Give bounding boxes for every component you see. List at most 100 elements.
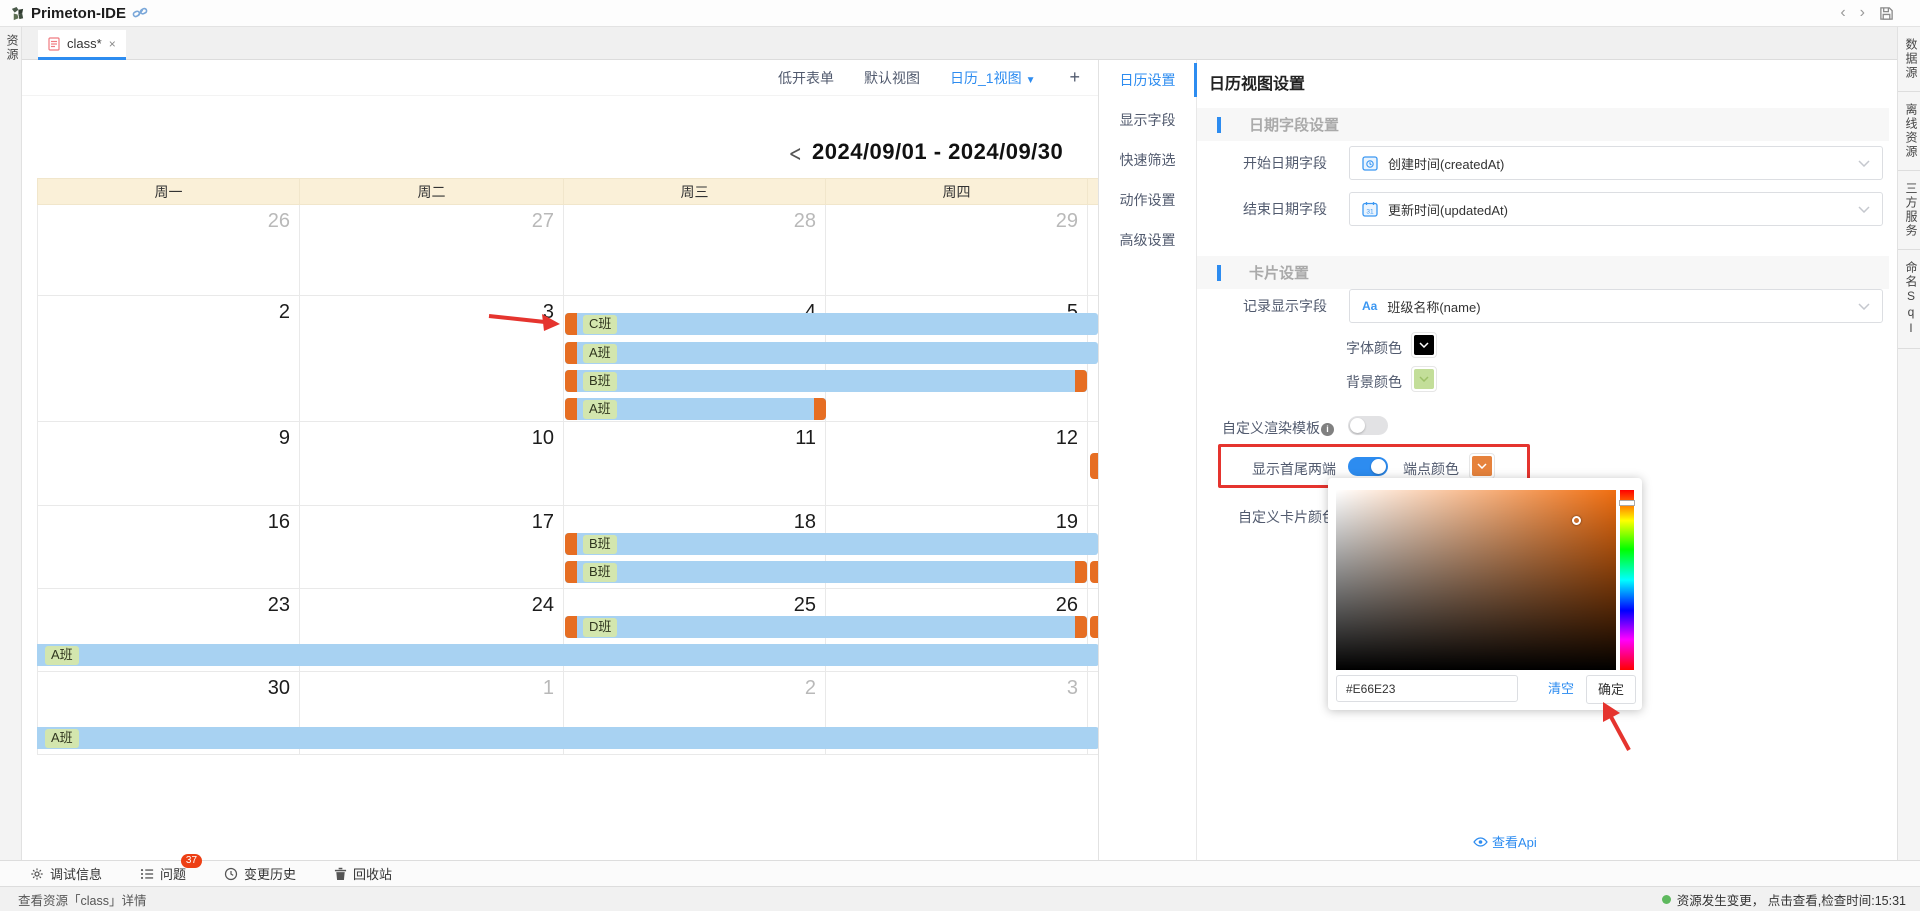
- settings-nav-快速筛选[interactable]: 快速筛选: [1099, 140, 1196, 180]
- document-tab-bar: class* ×: [22, 27, 1897, 60]
- saturation-area[interactable]: [1336, 490, 1616, 670]
- event-bar-A班[interactable]: A班: [37, 644, 1098, 666]
- tab-close-icon[interactable]: ×: [109, 37, 116, 51]
- form-doc-icon: [48, 37, 60, 51]
- event-bar-C班[interactable]: C班: [565, 313, 1098, 335]
- event-start-cap: [565, 533, 577, 555]
- end-date-field-label: 结束日期字段: [1197, 191, 1327, 227]
- chevron-down-icon: [1858, 160, 1870, 167]
- section-accent-bar: [1217, 117, 1221, 133]
- event-endpoint-cap[interactable]: [1090, 616, 1098, 638]
- chevron-down-icon: [1858, 303, 1870, 310]
- rail-item-数据源[interactable]: 数据源: [1898, 27, 1920, 92]
- event-start-cap: [565, 342, 577, 364]
- primeton-ide-window: Primeton-IDE ‹ › 资源 数据源离线资源三方服务命名Sql cla…: [0, 0, 1920, 911]
- toolbar-调试信息[interactable]: 调试信息: [30, 864, 102, 883]
- event-bar-A班[interactable]: A班: [37, 727, 1098, 749]
- saturation-cursor[interactable]: [1572, 516, 1581, 525]
- show-endpoints-label: 显示首尾两端: [1252, 459, 1336, 479]
- event-label: A班: [583, 400, 617, 419]
- event-label: B班: [583, 535, 617, 554]
- rail-item-离线资源[interactable]: 离线资源: [1898, 92, 1920, 171]
- confirm-color-button[interactable]: 确定: [1586, 675, 1636, 704]
- history-forward-icon[interactable]: ›: [1860, 5, 1865, 21]
- status-right-notice[interactable]: 资源发生变更， 点击查看,检查时间:15:31: [1662, 890, 1906, 909]
- history-back-icon[interactable]: ‹: [1840, 5, 1845, 21]
- svg-text:31: 31: [1366, 209, 1374, 216]
- settings-nav-动作设置[interactable]: 动作设置: [1099, 180, 1196, 220]
- record-display-field-label: 记录显示字段: [1197, 288, 1327, 324]
- save-icon[interactable]: [1879, 6, 1894, 21]
- hue-slider-handle[interactable]: [1619, 500, 1635, 506]
- text-field-icon: Aa: [1362, 299, 1377, 313]
- view-tab-默认视图[interactable]: 默认视图: [864, 68, 920, 88]
- record-display-field-select[interactable]: Aa 班级名称(name): [1349, 289, 1883, 323]
- start-date-field-label: 开始日期字段: [1197, 145, 1327, 181]
- datetime-field-icon: [1362, 155, 1378, 171]
- info-icon: i: [1321, 423, 1334, 436]
- event-endpoint-cap[interactable]: [1090, 561, 1098, 583]
- event-endpoint-cap[interactable]: [1090, 453, 1098, 479]
- view-tab-日历_1视图[interactable]: 日历_1视图▼: [950, 68, 1035, 88]
- calendar-prev-icon[interactable]: <: [789, 142, 802, 167]
- clear-color-button[interactable]: 清空: [1548, 678, 1574, 697]
- settings-nav-日历设置[interactable]: 日历设置: [1099, 60, 1196, 100]
- event-start-cap: [565, 616, 577, 638]
- event-label: A班: [45, 646, 79, 665]
- event-bar-A班[interactable]: A班: [565, 342, 1098, 364]
- event-bar-D班[interactable]: D班: [565, 616, 1087, 638]
- rail-item-三方服务[interactable]: 三方服务: [1898, 171, 1920, 250]
- view-api-link[interactable]: 查看Api: [1473, 832, 1537, 851]
- end-date-field-select[interactable]: 31 更新时间(updatedAt): [1349, 192, 1883, 226]
- eye-icon: [1473, 837, 1488, 847]
- font-color-swatch[interactable]: [1411, 332, 1437, 358]
- bg-color-swatch[interactable]: [1411, 366, 1437, 392]
- caret-down-icon[interactable]: ▼: [1026, 75, 1036, 86]
- event-label: B班: [583, 372, 617, 391]
- view-tabs: 低开表单 默认视图 日历_1视图▼ +: [22, 60, 1098, 96]
- status-left-text: 查看资源「class」详情: [18, 890, 146, 909]
- toolbar-问题[interactable]: 问题37: [140, 864, 186, 883]
- toolbar-回收站[interactable]: 回收站: [334, 864, 392, 883]
- settings-nav-显示字段[interactable]: 显示字段: [1099, 100, 1196, 140]
- bg-color-label: 背景颜色: [1346, 372, 1402, 392]
- add-view-button[interactable]: +: [1061, 67, 1088, 88]
- status-green-dot-icon: [1662, 895, 1671, 904]
- hex-color-input[interactable]: [1336, 675, 1518, 702]
- section-date-fields: 日期字段设置: [1197, 108, 1889, 141]
- event-start-cap: [565, 398, 577, 420]
- list-icon: [140, 867, 154, 881]
- custom-template-label: 自定义渲染模板i: [1222, 418, 1334, 438]
- rail-item-资源[interactable]: 资源: [4, 34, 21, 62]
- event-end-cap: [1075, 561, 1087, 583]
- app-title: Primeton-IDE: [31, 5, 126, 22]
- event-bar-B班[interactable]: B班: [565, 561, 1087, 583]
- rail-item-命名Sql[interactable]: 命名Sql: [1898, 250, 1920, 349]
- event-bar-A班[interactable]: A班: [565, 398, 826, 420]
- view-tab-低开表单[interactable]: 低开表单: [778, 68, 834, 88]
- debug-icon: [30, 867, 44, 881]
- event-end-cap: [1075, 370, 1087, 392]
- event-bar-B班[interactable]: B班: [565, 370, 1087, 392]
- event-end-cap: [814, 398, 826, 420]
- settings-title: 日历视图设置: [1209, 70, 1305, 94]
- settings-nav-高级设置[interactable]: 高级设置: [1099, 220, 1196, 260]
- chevron-down-icon: [1858, 206, 1870, 213]
- toolbar-变更历史[interactable]: 变更历史: [224, 864, 296, 883]
- section-accent-bar: [1217, 265, 1221, 281]
- event-end-cap: [1075, 616, 1087, 638]
- hue-slider[interactable]: [1620, 490, 1634, 670]
- start-date-field-select[interactable]: 创建时间(createdAt): [1349, 146, 1883, 180]
- event-bar-B班[interactable]: B班: [565, 533, 1098, 555]
- status-bar: 查看资源「class」详情 资源发生变更， 点击查看,检查时间:15:31: [0, 886, 1920, 911]
- custom-template-toggle[interactable]: [1348, 416, 1388, 435]
- event-start-cap: [565, 370, 577, 392]
- calendar-grid: 周一周二周三周四 2627282923459101112161718192324…: [37, 178, 1098, 756]
- event-label: B班: [583, 563, 617, 582]
- show-endpoints-toggle[interactable]: [1348, 457, 1388, 476]
- endpoint-color-swatch[interactable]: [1469, 453, 1495, 479]
- clock-icon: [224, 867, 238, 881]
- link-icon[interactable]: [132, 6, 148, 20]
- tab-class[interactable]: class* ×: [38, 30, 126, 60]
- bottom-toolbar: 调试信息 问题37 变更历史 回收站: [0, 860, 1920, 886]
